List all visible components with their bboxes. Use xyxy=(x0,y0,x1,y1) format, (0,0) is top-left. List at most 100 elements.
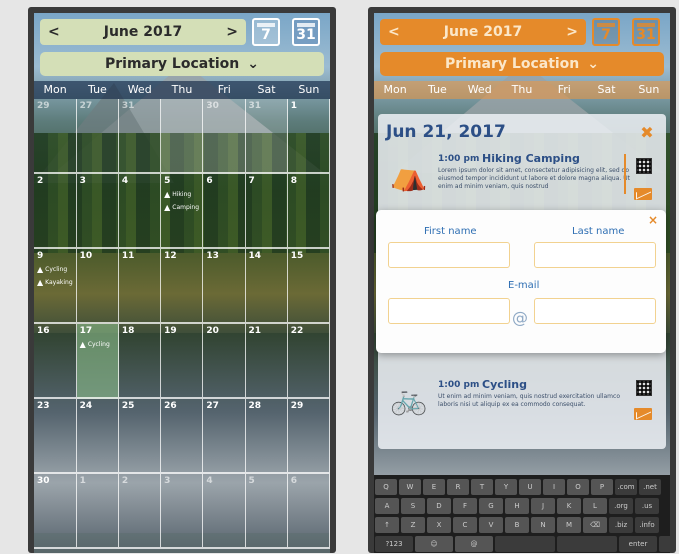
key[interactable]: T xyxy=(471,478,493,495)
key[interactable]: P xyxy=(591,478,613,495)
key[interactable]: M xyxy=(557,516,581,533)
day-cell[interactable]: 4 xyxy=(203,474,246,549)
day-cell[interactable]: 29 xyxy=(34,99,77,174)
day-cell[interactable]: 16 xyxy=(34,324,77,399)
day-cell[interactable]: 6 xyxy=(287,474,330,549)
day-cell[interactable]: 27 xyxy=(203,399,246,474)
key[interactable]: E xyxy=(423,478,445,495)
location-selector[interactable]: Primary Location ⌄ xyxy=(380,52,664,76)
key[interactable]: H xyxy=(505,497,529,514)
day-cell[interactable]: 11 xyxy=(118,249,162,324)
day-cell[interactable]: 8 xyxy=(287,174,330,249)
next-month-button[interactable]: > xyxy=(226,24,238,40)
key[interactable]: ?123 xyxy=(375,535,413,552)
collapse-icon[interactable]: ✖ xyxy=(638,124,656,142)
close-icon[interactable]: × xyxy=(648,213,658,227)
day-cell[interactable]: 6 xyxy=(203,174,246,249)
qr-code-icon[interactable] xyxy=(636,158,652,174)
prev-month-button[interactable]: < xyxy=(48,24,60,40)
day-cell[interactable]: 20 xyxy=(203,324,246,399)
first-name-field[interactable] xyxy=(388,242,510,268)
event-chip[interactable]: ▲ Cycling xyxy=(80,340,115,349)
key[interactable]: U xyxy=(519,478,541,495)
day-cell[interactable]: 31 xyxy=(118,99,162,174)
email-user-field[interactable] xyxy=(388,298,510,324)
day-cell[interactable]: 26 xyxy=(161,399,204,474)
day-cell[interactable]: 30 xyxy=(203,99,246,174)
key[interactable]: A xyxy=(375,497,399,514)
day-cell[interactable] xyxy=(161,99,204,174)
key[interactable]: @ xyxy=(455,535,493,552)
key[interactable]: K xyxy=(557,497,581,514)
key[interactable] xyxy=(495,535,555,552)
key[interactable]: ↑ xyxy=(375,516,399,533)
month-view-calendar-icon[interactable]: 31 xyxy=(632,18,660,46)
key[interactable]: .ca xyxy=(659,535,670,552)
day-cell[interactable]: 25 xyxy=(118,399,162,474)
day-cell[interactable]: 3 xyxy=(76,174,119,249)
day-cell[interactable]: 2 xyxy=(118,474,162,549)
event-chip[interactable]: ▲ Camping xyxy=(164,203,199,212)
key[interactable]: .biz xyxy=(609,516,633,533)
day-cell[interactable]: 12 xyxy=(161,249,204,324)
key[interactable]: Q xyxy=(375,478,397,495)
mail-icon[interactable] xyxy=(634,188,652,200)
day-cell[interactable]: 24 xyxy=(76,399,119,474)
key[interactable]: .com xyxy=(615,478,637,495)
key[interactable]: L xyxy=(583,497,607,514)
day-cell[interactable]: 4 xyxy=(118,174,162,249)
key[interactable]: B xyxy=(505,516,529,533)
day-cell[interactable]: 5 ▲ Hiking ▲ Camping xyxy=(161,174,204,249)
day-cell[interactable]: 21 xyxy=(245,324,288,399)
day-cell[interactable]: 10 xyxy=(76,249,119,324)
day-view-calendar-icon[interactable]: 7 xyxy=(592,18,620,46)
key[interactable] xyxy=(557,535,617,552)
key[interactable]: S xyxy=(401,497,425,514)
day-cell[interactable]: 14 xyxy=(245,249,288,324)
month-view-calendar-icon[interactable]: 31 xyxy=(292,18,320,46)
key[interactable]: O xyxy=(567,478,589,495)
key[interactable]: ⌫ xyxy=(583,516,607,533)
key[interactable]: G xyxy=(479,497,503,514)
key[interactable]: X xyxy=(427,516,451,533)
key[interactable]: R xyxy=(447,478,469,495)
event-chip[interactable]: ▲ Hiking xyxy=(164,190,199,199)
day-view-calendar-icon[interactable]: 7 xyxy=(252,18,280,46)
last-name-field[interactable] xyxy=(534,242,656,268)
day-cell[interactable]: 5 xyxy=(245,474,288,549)
day-cell[interactable]: 3 xyxy=(161,474,204,549)
day-cell[interactable]: 27 xyxy=(76,99,119,174)
day-cell[interactable]: 18 xyxy=(118,324,162,399)
day-cell[interactable]: 30 xyxy=(34,474,77,549)
key[interactable]: C xyxy=(453,516,477,533)
key[interactable]: V xyxy=(479,516,503,533)
day-cell[interactable]: 1 xyxy=(287,99,330,174)
key[interactable]: Y xyxy=(495,478,517,495)
day-cell[interactable]: 13 xyxy=(203,249,246,324)
key[interactable]: ☺ xyxy=(415,535,453,552)
day-cell[interactable]: 7 xyxy=(245,174,288,249)
day-cell[interactable]: 28 xyxy=(245,399,288,474)
day-cell[interactable]: 19 xyxy=(161,324,204,399)
day-cell[interactable]: 1 xyxy=(76,474,119,549)
day-cell[interactable]: 17 ▲ Cycling xyxy=(76,324,119,399)
key[interactable]: I xyxy=(543,478,565,495)
day-cell[interactable]: 15 xyxy=(287,249,330,324)
key[interactable]: D xyxy=(427,497,451,514)
event-chip[interactable]: ▲ Cycling xyxy=(37,265,73,274)
key[interactable]: W xyxy=(399,478,421,495)
qr-code-icon[interactable] xyxy=(636,380,652,396)
email-domain-field[interactable] xyxy=(534,298,656,324)
location-selector[interactable]: Primary Location ⌄ xyxy=(40,52,324,76)
key[interactable]: Z xyxy=(401,516,425,533)
key[interactable]: .us xyxy=(635,497,659,514)
day-cell[interactable]: 31 xyxy=(245,99,288,174)
day-cell[interactable]: 9 ▲ Cycling ▲ Kayaking xyxy=(34,249,77,324)
key[interactable]: J xyxy=(531,497,555,514)
day-cell[interactable]: 23 xyxy=(34,399,77,474)
key[interactable]: N xyxy=(531,516,555,533)
day-cell[interactable]: 2 xyxy=(34,174,77,249)
prev-month-button[interactable]: < xyxy=(388,24,400,40)
key[interactable]: .org xyxy=(609,497,633,514)
key[interactable]: .net xyxy=(639,478,661,495)
